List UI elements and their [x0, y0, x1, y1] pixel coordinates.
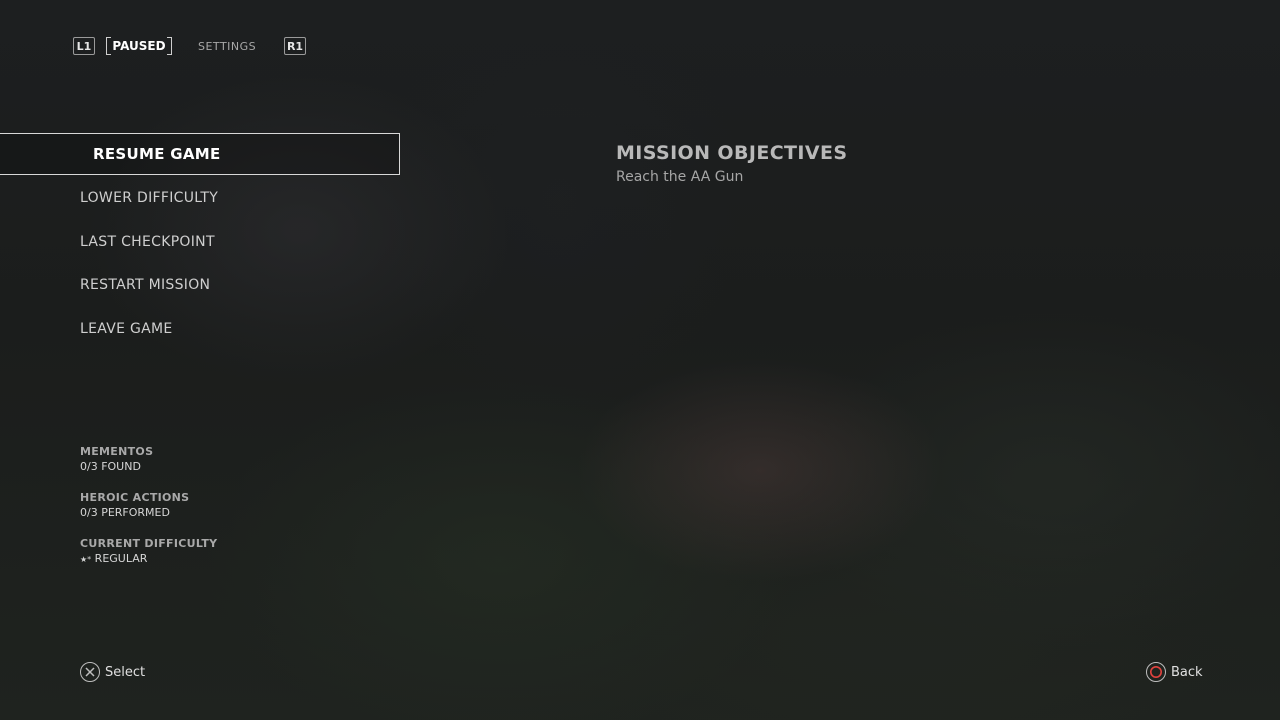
heroic-actions-label: HEROIC ACTIONS — [80, 491, 190, 504]
select-prompt[interactable]: Select — [80, 661, 145, 683]
resume-game-button[interactable]: RESUME GAME — [0, 133, 400, 175]
l1-button[interactable]: L1 — [73, 37, 95, 55]
circle-button-icon — [1146, 662, 1166, 682]
mementos-stat: MEMENTOS 0/3 FOUND — [80, 445, 217, 474]
difficulty-value-row: ★* REGULAR — [80, 551, 217, 567]
pause-menu: RESUME GAME LOWER DIFFICULTY LAST CHECKP… — [0, 133, 400, 350]
leave-game-button[interactable]: LEAVE GAME — [0, 307, 400, 349]
difficulty-stat: CURRENT DIFFICULTY ★* REGULAR — [80, 537, 217, 567]
star-icon: ★* — [80, 555, 92, 564]
back-label: Back — [1171, 664, 1203, 680]
restart-mission-button[interactable]: RESTART MISSION — [0, 263, 400, 305]
mementos-label: MEMENTOS — [80, 445, 154, 458]
tab-paused[interactable]: PAUSED — [106, 37, 172, 55]
select-label: Select — [105, 664, 146, 680]
difficulty-value: REGULAR — [94, 552, 148, 565]
cross-button-icon — [80, 662, 100, 682]
mementos-value: 0/3 FOUND — [80, 460, 141, 473]
heroic-actions-value: 0/3 PERFORMED — [80, 506, 170, 519]
objectives-title: MISSION OBJECTIVES — [616, 142, 848, 164]
heroic-actions-stat: HEROIC ACTIONS 0/3 PERFORMED — [80, 491, 217, 520]
difficulty-label: CURRENT DIFFICULTY — [80, 537, 218, 550]
lower-difficulty-button[interactable]: LOWER DIFFICULTY — [0, 176, 400, 218]
last-checkpoint-button[interactable]: LAST CHECKPOINT — [0, 220, 400, 262]
back-prompt[interactable]: Back — [1146, 661, 1203, 683]
r1-button[interactable]: R1 — [284, 37, 306, 55]
pause-screen: L1 PAUSED SETTINGS R1 RESUME GAME LOWER … — [0, 0, 1280, 720]
mission-stats: MEMENTOS 0/3 FOUND HEROIC ACTIONS 0/3 PE… — [80, 445, 217, 584]
tab-settings[interactable]: SETTINGS — [198, 37, 256, 55]
objective-text: Reach the AA Gun — [616, 169, 744, 185]
mission-objectives: MISSION OBJECTIVES Reach the AA Gun — [616, 141, 847, 187]
